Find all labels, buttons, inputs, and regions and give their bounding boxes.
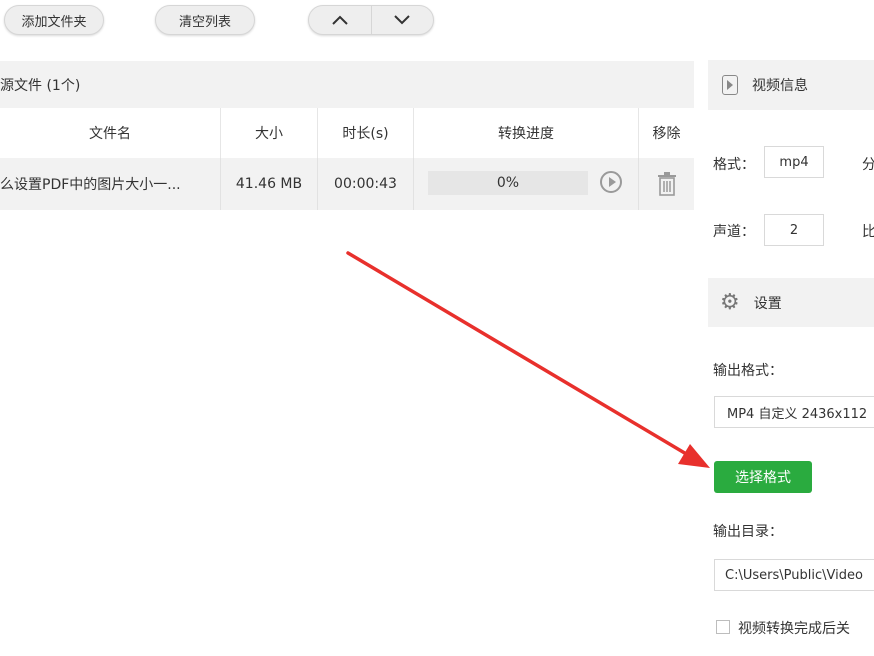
- red-arrow-annotation: [346, 251, 710, 468]
